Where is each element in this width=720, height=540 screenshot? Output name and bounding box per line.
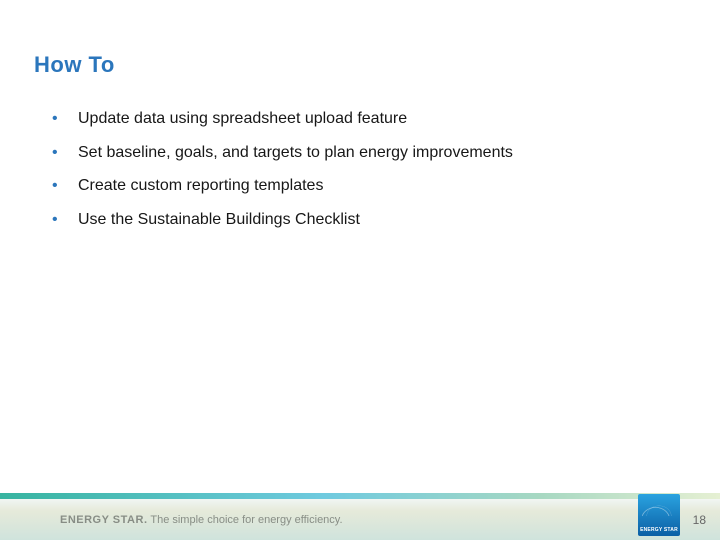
page-number: 18 [693, 513, 706, 527]
footer-text: ENERGY STAR. The simple choice for energ… [60, 514, 343, 526]
list-item: Set baseline, goals, and targets to plan… [52, 142, 652, 164]
list-item: Update data using spreadsheet upload fea… [52, 108, 652, 130]
list-item: Create custom reporting templates [52, 175, 652, 197]
footer-brand: ENERGY STAR. [60, 514, 148, 526]
logo-swoop-icon [642, 499, 676, 516]
bullet-list: Update data using spreadsheet upload fea… [52, 108, 652, 242]
list-item: Use the Sustainable Buildings Checklist [52, 209, 652, 231]
logo-text: ENERGY STAR [638, 527, 680, 533]
slide: How To Update data using spreadsheet upl… [0, 0, 720, 540]
footer-tagline: The simple choice for energy efficiency. [148, 514, 343, 526]
energy-star-logo: ENERGY STAR [638, 494, 680, 536]
slide-title: How To [34, 52, 115, 78]
footer-accent-stripe [0, 493, 720, 499]
footer-bar: ENERGY STAR. The simple choice for energ… [0, 493, 720, 540]
